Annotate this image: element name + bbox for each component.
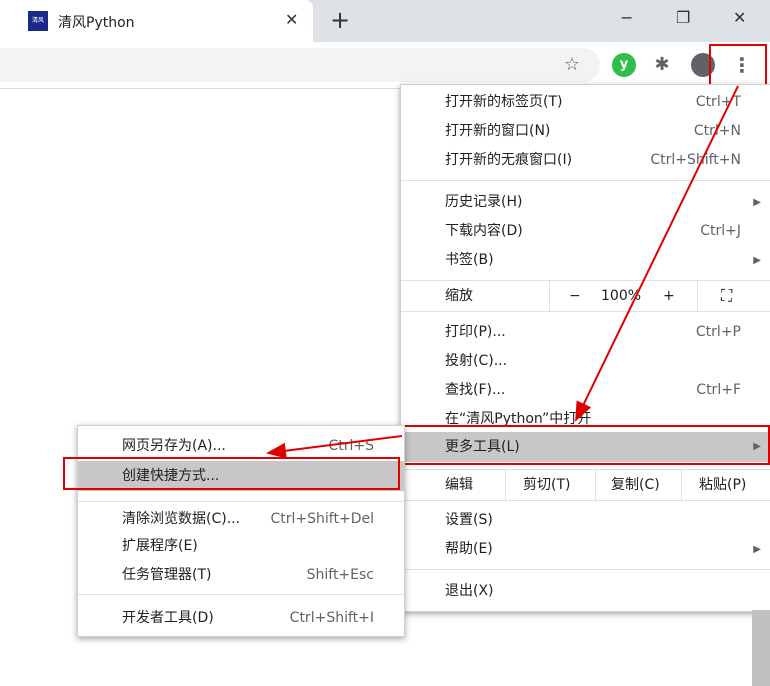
annotation-arrows (266, 85, 739, 459)
annotation-arrow-to-create-shortcut (266, 435, 403, 459)
annotation-arrow-to-more-tools (575, 85, 739, 422)
scrollbar[interactable] (752, 610, 770, 686)
